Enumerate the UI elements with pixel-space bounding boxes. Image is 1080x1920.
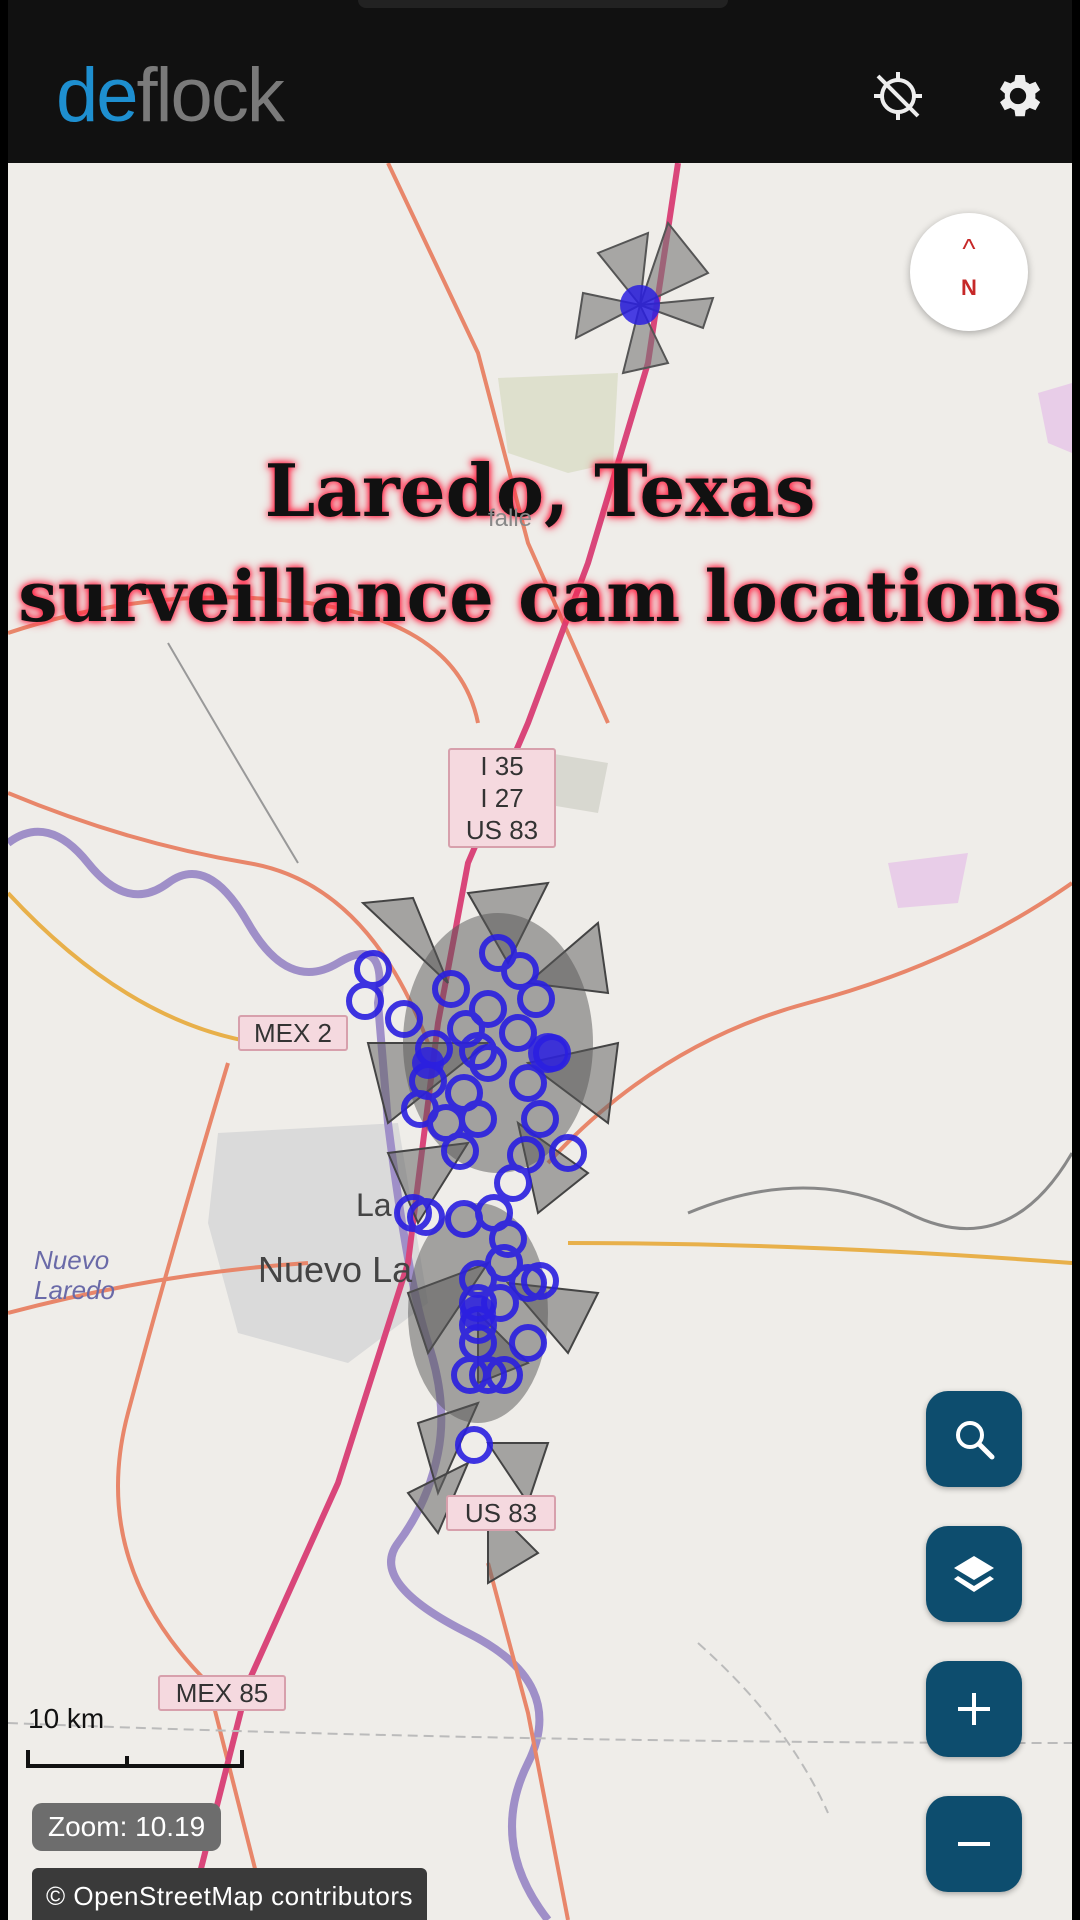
map-view[interactable]: Laredo, Texas surveillance cam locations… [8,163,1072,1920]
overlay-title-line1: Laredo, Texas [264,448,816,533]
logo-flock: flock [136,53,285,138]
place-label-laredo: La [356,1187,392,1223]
compass-north-label: N [961,275,977,300]
scale-bar [26,1750,244,1768]
status-notch [358,0,728,8]
layers-button[interactable] [926,1526,1022,1622]
app-header: deflock [8,0,1072,163]
road-shield-mex85: MEX 85 [158,1675,286,1711]
shield-line: US 83 [464,1498,538,1528]
zoom-level-badge: Zoom: 10.19 [32,1803,222,1851]
search-button[interactable] [926,1391,1022,1487]
place-label-nuevo-laredo-small: Nuevo Laredo [34,1245,115,1305]
compass-button[interactable]: ^ N [910,213,1028,331]
shield-line: MEX 85 [175,1678,269,1708]
road-shield-us83: US 83 [446,1495,556,1531]
overlay-title-line2: surveillance cam locations [18,555,1062,638]
road-shield-mex2: MEX 2 [238,1015,348,1051]
gear-icon[interactable] [990,68,1046,124]
compass-arrow-icon: ^ [962,233,976,264]
plus-icon [958,1693,990,1725]
zoom-in-button[interactable] [926,1661,1022,1757]
location-disabled-icon[interactable] [870,68,926,124]
shield-line: MEX 2 [253,1018,333,1048]
scale-tick [125,1756,129,1768]
zoom-out-button[interactable] [926,1796,1022,1892]
shield-line: US 83 [465,815,539,845]
scale-label: 10 km [28,1703,105,1734]
road-shield-i35: I 35 I 27 US 83 [448,748,556,848]
layers-icon [954,1556,994,1592]
place-label-nuevo-laredo: Nuevo La [258,1249,413,1290]
search-icon [956,1421,995,1460]
place-label-faint: falle [488,505,533,532]
shield-line: I 27 [480,783,524,813]
map-attribution[interactable]: © OpenStreetMap contributors [32,1868,427,1920]
app-logo: deflock [56,58,285,134]
map-base-layer [8,163,1072,1920]
minus-icon [958,1842,990,1846]
logo-de: de [56,53,139,138]
shield-line: I 35 [480,751,524,781]
